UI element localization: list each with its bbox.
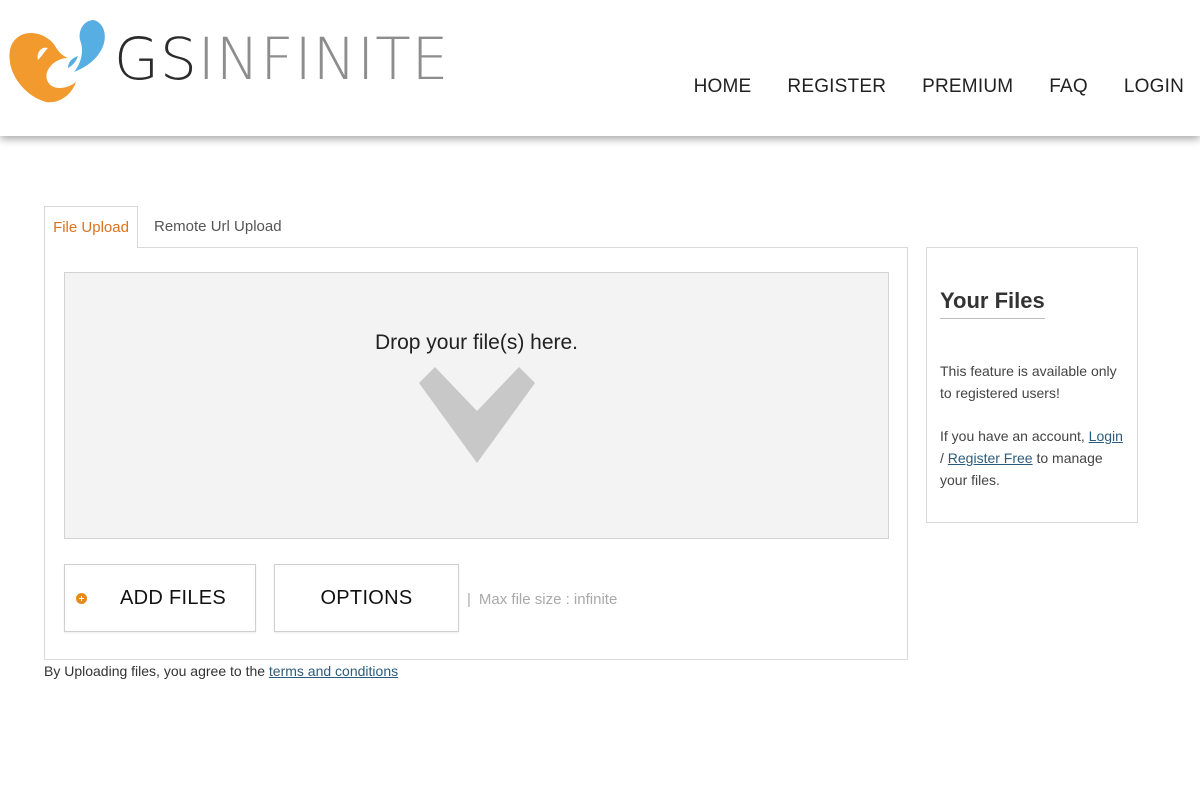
account-text-prefix: If you have an account,: [940, 428, 1089, 444]
your-files-account-text: If you have an account, Login / Register…: [940, 425, 1125, 491]
chevron-down-icon: [419, 367, 535, 463]
logo-wordmark: GSINFINITE: [114, 24, 449, 94]
terms-prefix: By Uploading files, you agree to the: [44, 663, 269, 679]
nav-premium[interactable]: PREMIUM: [922, 76, 1013, 100]
your-files-title: Your Files: [940, 288, 1045, 319]
options-button[interactable]: OPTIONS: [274, 564, 459, 632]
your-files-notice: This feature is available only to regist…: [940, 363, 1117, 401]
logo-text-infinite: INFINITE: [197, 25, 450, 93]
plus-circle-icon: [76, 593, 87, 604]
max-size-text: Max file size : infinite: [478, 591, 618, 608]
nav-register[interactable]: REGISTER: [787, 76, 886, 100]
site-logo[interactable]: GSINFINITE: [8, 14, 448, 106]
site-header: GSINFINITE HOME REGISTER PREMIUM FAQ LOG…: [0, 0, 1200, 136]
max-file-size-info: | Max file size : infinite: [467, 591, 617, 608]
terms-link[interactable]: terms and conditions: [269, 663, 398, 679]
register-free-link[interactable]: Register Free: [948, 450, 1033, 466]
main-nav: HOME REGISTER PREMIUM FAQ LOGIN: [658, 76, 1184, 100]
login-link[interactable]: Login: [1089, 428, 1123, 444]
logo-mark-icon: [9, 20, 105, 103]
your-files-box: Your Files This feature is available onl…: [926, 247, 1138, 523]
drop-zone[interactable]: Drop your file(s) here.: [64, 272, 889, 539]
max-size-separator: |: [467, 591, 471, 608]
terms-notice: By Uploading files, you agree to the ter…: [44, 663, 398, 679]
tab-file-upload[interactable]: File Upload: [44, 206, 138, 248]
nav-faq[interactable]: FAQ: [1049, 76, 1088, 100]
logo-text-gs: GS: [114, 25, 198, 93]
add-files-button[interactable]: ADD FILES: [64, 564, 256, 632]
nav-home[interactable]: HOME: [694, 76, 752, 100]
add-files-label: ADD FILES: [120, 587, 227, 609]
tab-remote-url-upload[interactable]: Remote Url Upload: [154, 206, 282, 248]
drop-zone-text: Drop your file(s) here.: [374, 331, 579, 354]
account-text-sep: /: [940, 450, 948, 466]
upload-panel: Drop your file(s) here. ADD FILES OPTION…: [44, 247, 908, 660]
nav-login[interactable]: LOGIN: [1124, 76, 1184, 100]
